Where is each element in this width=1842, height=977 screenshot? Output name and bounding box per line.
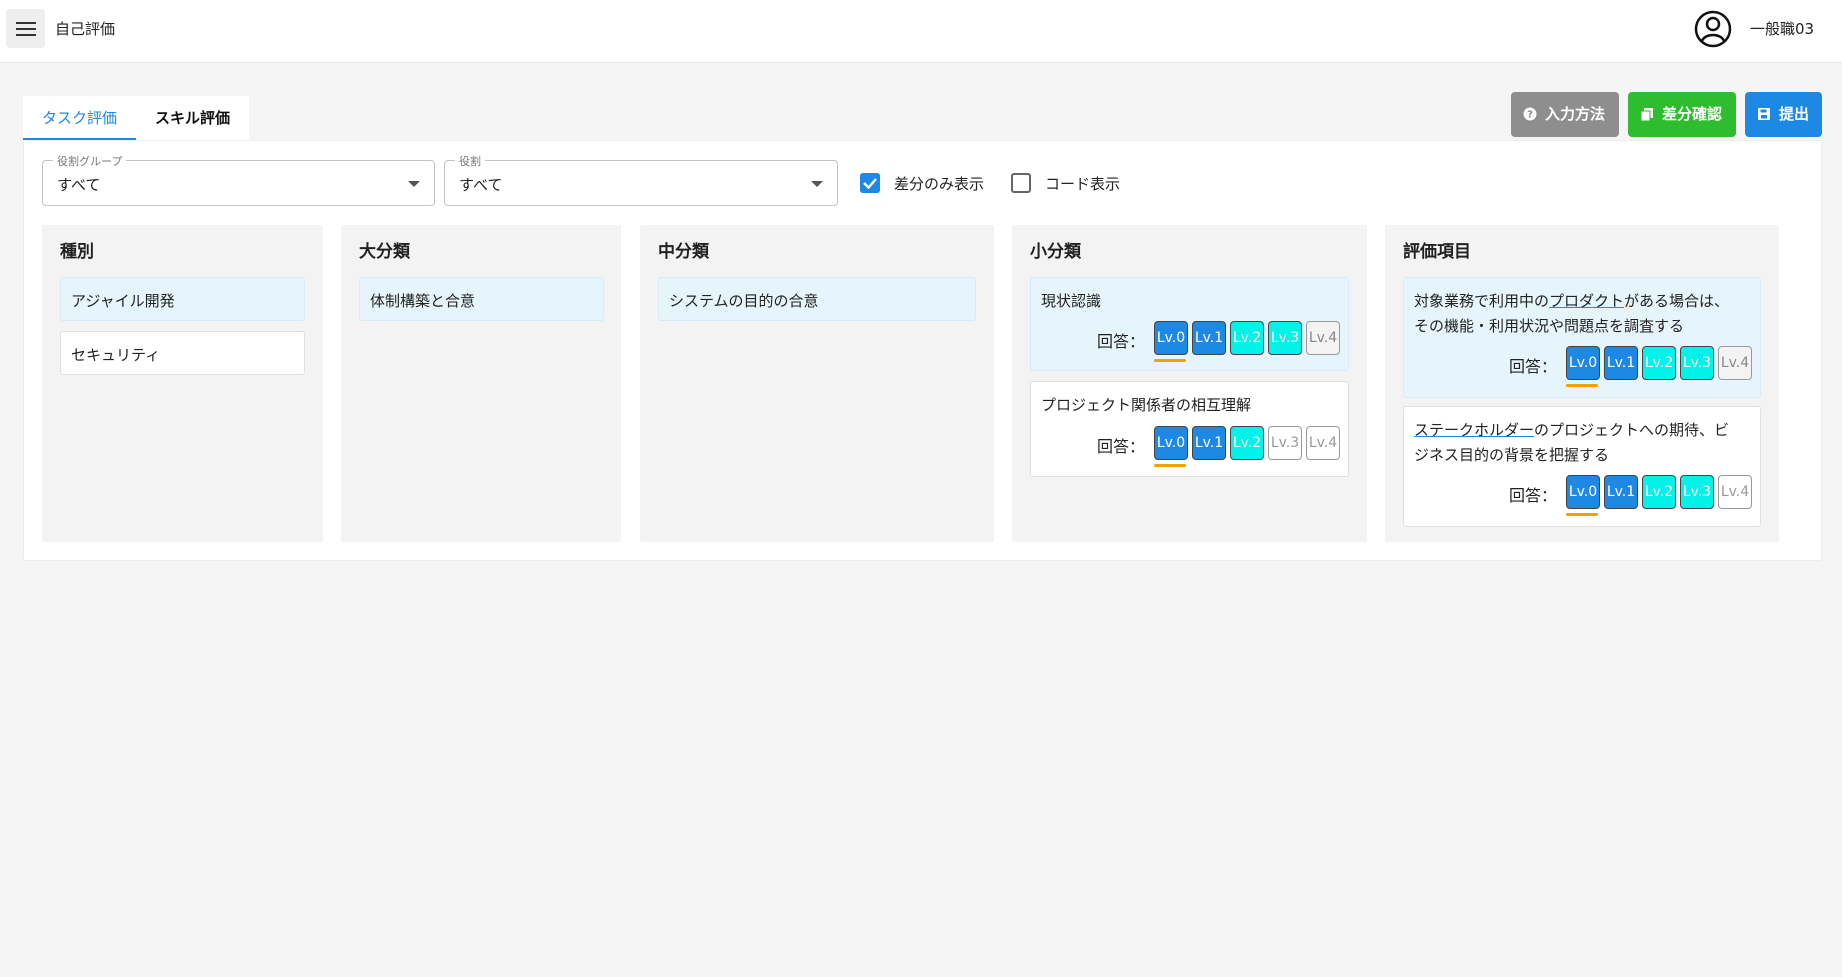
glossary-link[interactable]: ステークホルダー <box>1414 421 1534 439</box>
list-item[interactable]: プロジェクト関係者の相互理解 回答： Lv.0 Lv.1 Lv.2 Lv.3 L… <box>1030 381 1349 477</box>
role-label: 役割 <box>455 153 485 169</box>
role-group-select[interactable]: 役割グループ すべて <box>42 153 435 206</box>
level-0-button[interactable]: Lv.0 <box>1566 475 1600 509</box>
menu-icon[interactable] <box>6 9 45 48</box>
tab-skill-evaluation[interactable]: スキル評価 <box>136 96 249 140</box>
answer-levels: 回答： Lv.0 Lv.1 Lv.2 Lv.3 Lv.4 <box>1509 346 1752 387</box>
answer-label: 回答： <box>1096 332 1145 351</box>
selected-level-marker <box>1566 384 1598 387</box>
role-group-label: 役割グループ <box>53 153 127 169</box>
column-type: 種別 アジャイル開発 セキュリティ <box>42 225 323 542</box>
column-major: 大分類 体制構築と合意 <box>341 225 621 542</box>
level-1-button[interactable]: Lv.1 <box>1604 346 1638 380</box>
role-select[interactable]: 役割 すべて <box>444 153 838 206</box>
evaluation-item[interactable]: 対象業務で利用中のプロダクトがある場合は、 その機能・利用状況や問題点を調査する… <box>1403 277 1761 398</box>
caret-down-icon <box>811 181 823 187</box>
level-3-button[interactable]: Lv.3 <box>1268 426 1302 460</box>
show-code-label: コード表示 <box>1045 175 1121 193</box>
list-item-label: セキュリティ <box>71 346 161 364</box>
evaluation-text: がある場合は、 <box>1624 292 1730 310</box>
level-0-button[interactable]: Lv.0 <box>1566 346 1600 380</box>
level-3-button[interactable]: Lv.3 <box>1680 346 1714 380</box>
copy-icon <box>1640 108 1653 121</box>
role-group-value: すべて <box>57 176 101 194</box>
evaluation-item[interactable]: ステークホルダーのプロジェクトへの期待、ビ ジネス目的の背景を把握する 回答： … <box>1403 406 1761 527</box>
list-item-label: 現状認識 <box>1041 292 1102 310</box>
submit-button[interactable]: 提出 <box>1745 92 1822 137</box>
level-2-button[interactable]: Lv.2 <box>1230 321 1264 355</box>
user-name: 一般職03 <box>1750 20 1815 38</box>
level-1-button[interactable]: Lv.1 <box>1604 475 1638 509</box>
account-icon[interactable] <box>1694 10 1732 48</box>
answer-label: 回答： <box>1096 437 1145 456</box>
evaluation-text: 対象業務で利用中の <box>1414 292 1550 310</box>
save-icon <box>1758 108 1770 120</box>
column-minor: 小分類 現状認識 回答： Lv.0 Lv.1 Lv.2 Lv.3 Lv.4 プロ… <box>1012 225 1367 542</box>
app-title: 自己評価 <box>55 20 116 38</box>
svg-text:?: ? <box>1527 110 1533 121</box>
list-item[interactable]: 体制構築と合意 <box>359 277 604 321</box>
list-item-label: 体制構築と合意 <box>370 292 476 310</box>
level-2-button[interactable]: Lv.2 <box>1642 475 1676 509</box>
submit-label: 提出 <box>1779 105 1810 123</box>
column-title: 小分類 <box>1030 242 1081 262</box>
input-method-label: 入力方法 <box>1545 105 1606 123</box>
caret-down-icon <box>408 181 420 187</box>
answer-levels: 回答： Lv.0 Lv.1 Lv.2 Lv.3 Lv.4 <box>1097 426 1340 467</box>
column-title: 種別 <box>60 242 94 262</box>
diff-check-label: 差分確認 <box>1662 105 1723 123</box>
list-item-label: プロジェクト関係者の相互理解 <box>1041 396 1252 414</box>
app-bar: 自己評価 一般職03 <box>0 0 1842 63</box>
evaluation-item-text: 対象業務で利用中のプロダクトがある場合は、 その機能・利用状況や問題点を調査する <box>1414 289 1729 339</box>
answer-label: 回答： <box>1508 486 1557 505</box>
column-title: 中分類 <box>658 242 709 262</box>
list-item[interactable]: セキュリティ <box>60 331 305 375</box>
list-item-label: アジャイル開発 <box>71 292 175 310</box>
level-4-button[interactable]: Lv.4 <box>1718 475 1752 509</box>
column-title: 大分類 <box>359 242 410 262</box>
input-method-button[interactable]: ? 入力方法 <box>1511 92 1619 137</box>
tab-task-evaluation[interactable]: タスク評価 <box>23 96 136 140</box>
glossary-link[interactable]: プロダクト <box>1549 292 1624 310</box>
column-middle: 中分類 システムの目的の合意 <box>640 225 994 542</box>
level-4-button[interactable]: Lv.4 <box>1306 321 1340 355</box>
role-value: すべて <box>459 176 503 194</box>
help-icon: ? <box>1523 107 1537 121</box>
evaluation-text: ジネス目的の背景を把握する <box>1414 446 1610 464</box>
level-3-button[interactable]: Lv.3 <box>1680 475 1714 509</box>
level-0-button[interactable]: Lv.0 <box>1154 321 1188 355</box>
evaluation-item-text: ステークホルダーのプロジェクトへの期待、ビ ジネス目的の背景を把握する <box>1414 418 1729 468</box>
level-2-button[interactable]: Lv.2 <box>1230 426 1264 460</box>
answer-levels: 回答： Lv.0 Lv.1 Lv.2 Lv.3 Lv.4 <box>1509 475 1752 516</box>
diff-check-button[interactable]: 差分確認 <box>1628 92 1736 137</box>
answer-levels: 回答： Lv.0 Lv.1 Lv.2 Lv.3 Lv.4 <box>1097 321 1340 362</box>
diff-only-label: 差分のみ表示 <box>894 175 985 193</box>
list-item-label: システムの目的の合意 <box>669 292 819 310</box>
level-1-button[interactable]: Lv.1 <box>1192 321 1226 355</box>
level-4-button[interactable]: Lv.4 <box>1718 346 1752 380</box>
column-title: 評価項目 <box>1403 242 1471 262</box>
diff-only-checkbox[interactable] <box>860 173 880 193</box>
list-item[interactable]: システムの目的の合意 <box>658 277 976 321</box>
level-3-button[interactable]: Lv.3 <box>1268 321 1302 355</box>
list-item[interactable]: 現状認識 回答： Lv.0 Lv.1 Lv.2 Lv.3 Lv.4 <box>1030 277 1349 371</box>
list-item[interactable]: アジャイル開発 <box>60 277 305 321</box>
column-evaluation-items: 評価項目 対象業務で利用中のプロダクトがある場合は、 その機能・利用状況や問題点… <box>1385 225 1779 542</box>
selected-level-marker <box>1154 359 1186 362</box>
evaluation-text: その機能・利用状況や問題点を調査する <box>1414 317 1685 335</box>
level-2-button[interactable]: Lv.2 <box>1642 346 1676 380</box>
level-1-button[interactable]: Lv.1 <box>1192 426 1226 460</box>
show-code-checkbox[interactable] <box>1011 173 1031 193</box>
answer-label: 回答： <box>1508 357 1557 376</box>
selected-level-marker <box>1566 513 1598 516</box>
evaluation-text: のプロジェクトへの期待、ビ <box>1534 421 1730 439</box>
level-4-button[interactable]: Lv.4 <box>1306 426 1340 460</box>
selected-level-marker <box>1154 464 1186 467</box>
level-0-button[interactable]: Lv.0 <box>1154 426 1188 460</box>
